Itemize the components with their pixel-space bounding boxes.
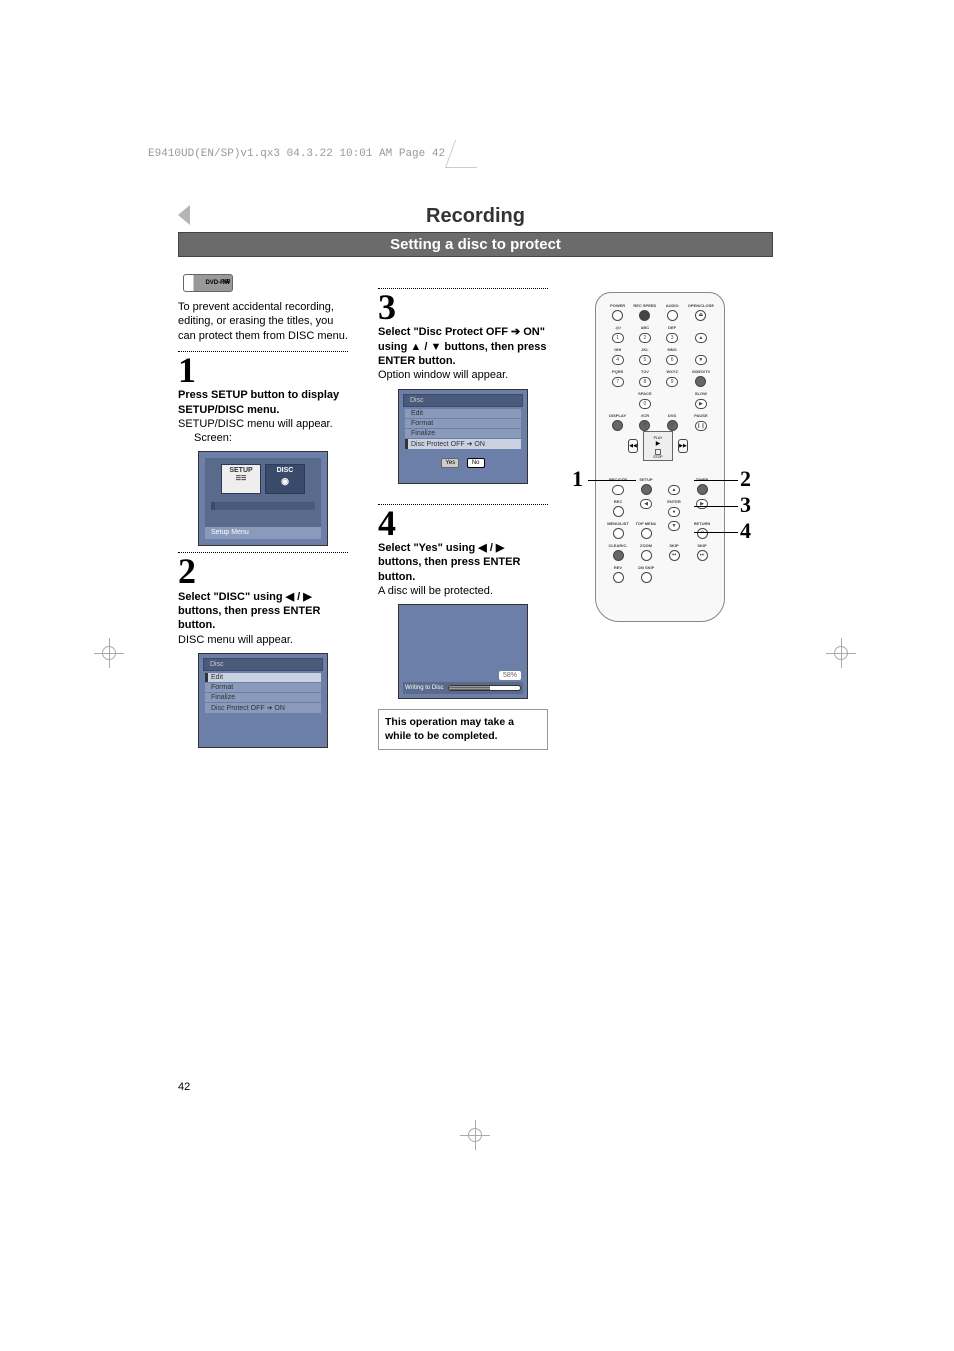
rewind-icon: ◀◀ [628,439,638,453]
remote-marker-3: 3 [740,492,751,518]
up-arrow-button: ▲ [668,485,680,495]
divider-icon [378,288,548,289]
display-button [612,420,623,431]
step-2-text: Select "DISC" using ◀ / ▶ buttons, then … [178,590,348,647]
left-arrow-button: ◀ [640,499,652,509]
timer-button [697,484,708,495]
enter-button: ● [668,507,680,517]
note-box: This operation may take a while to be co… [378,709,548,750]
menu-list-button [613,528,624,539]
num-7-button: 7 [612,377,624,387]
skip-fwd-button: ⏭ [697,550,708,561]
clear-button [613,550,624,561]
yes-button: Yes [441,458,459,468]
setup-tile: SETUP☰☰ [221,464,261,494]
callout-line [694,532,738,533]
right-arrow-button: ▶ [696,499,708,509]
num-9-button: 9 [666,377,678,387]
num-5-button: 5 [639,355,651,365]
rec-otr-button [612,485,624,495]
dvd-rw-badge: VR DVD-RW [183,274,233,292]
menu-item: Disc Protect OFF ➔ ON [205,703,321,713]
menu-item: Format [405,419,521,428]
menu-item: Edit [405,409,521,418]
progress-percent: 58% [499,671,521,680]
num-2-button: 2 [639,333,651,343]
num-4-button: 4 [612,355,624,365]
step-1-number: 1 [178,354,348,386]
step-3-text: Select "Disc Protect OFF ➔ ON" using ▲ /… [378,325,548,382]
step-4-text: Select "Yes" using ◀ / ▶ buttons, then p… [378,541,548,598]
disc-tile: DISC◉ [265,464,305,494]
progress-screenshot: 58% Writing to Disc [398,604,528,699]
remote-illustration: POWER REC SPEED AUDIO OPEN/CLOSE⏏ .@/1 A… [595,292,725,622]
setup-button [641,484,652,495]
top-menu-button [641,528,652,539]
menu-footer: Setup Menu [205,527,321,539]
ch-down-button: ▼ [695,355,707,365]
step-1-text: Press SETUP button to display SETUP/DISC… [178,388,348,445]
nav-cluster: ◀◀ PLAY ▶ STOP ▶▶ [628,427,688,475]
menu-item: Finalize [205,693,321,702]
disc-protect-screenshot: Disc Edit Format Finalize Disc Protect O… [398,389,528,484]
column-mid: 3 Select "Disc Protect OFF ➔ ON" using ▲… [378,284,548,760]
down-arrow-button: ▼ [668,521,680,531]
num-1-button: 1 [612,333,624,343]
menu-item: Format [205,683,321,692]
column-left: To prevent accidental recording, editing… [178,300,348,754]
disc-menu-title: Disc [203,658,323,671]
rev-button [613,572,624,583]
slow-button: ▶ [695,399,707,409]
page-header-text: E9410UD(EN/SP)v1.qx3 04.3.22 10:01 AM Pa… [148,148,445,160]
main-title: Recording [178,205,773,228]
crosshair-icon [826,638,856,668]
zoom-button [641,550,652,561]
disc-menu-title: Disc [403,394,523,407]
rec-monitor-button [613,506,624,517]
page-number: 42 [178,1081,190,1093]
skip-back-button: ⏮ [669,550,680,561]
step-2-number: 2 [178,555,348,587]
setup-menu-screenshot: SETUP☰☰ DISC◉ Setup Menu [198,451,328,546]
progress-label: Writing to Disc [405,685,444,691]
section-title: Setting a disc to protect [178,232,773,257]
step-4-number: 4 [378,507,548,539]
callout-line [588,480,636,481]
remote-marker-2: 2 [740,466,751,492]
num-8-button: 8 [639,377,651,387]
divider-icon [378,504,548,505]
remote-marker-1: 1 [572,466,583,492]
pause-button: ❙❙ [695,421,707,431]
divider-icon [178,351,348,352]
audio-button [667,310,678,321]
num-3-button: 3 [666,333,678,343]
intro-text: To prevent accidental recording, editing… [178,300,348,343]
callout-line [694,480,738,481]
step-3-number: 3 [378,291,548,323]
remote-marker-4: 4 [740,518,751,544]
menu-item-selected: Disc Protect OFF ➔ ON [405,439,521,449]
crosshair-icon [94,638,124,668]
title-bar: Recording Setting a disc to protect [178,205,773,257]
num-0-button: 0 [639,399,651,409]
return-button: ↶ [697,528,708,539]
callout-line [694,506,738,507]
disc-menu-screenshot: Disc Edit Format Finalize Disc Protect O… [198,653,328,748]
no-button: No [467,458,485,468]
progress-bar [448,685,521,691]
cm-skip-button [641,572,652,583]
crosshair-icon [460,1120,490,1150]
play-stop-pad: PLAY ▶ STOP [643,431,673,461]
power-icon [612,310,623,321]
video-tv-button [695,376,706,387]
divider-icon [178,552,348,553]
menu-item: Finalize [405,429,521,438]
menu-item: Edit [205,673,321,682]
eject-icon: ⏏ [695,310,706,321]
forward-icon: ▶▶ [678,439,688,453]
rec-speed-button [639,310,650,321]
ch-up-button: ▲ [695,333,707,343]
crop-mark-icon [445,140,487,168]
num-6-button: 6 [666,355,678,365]
